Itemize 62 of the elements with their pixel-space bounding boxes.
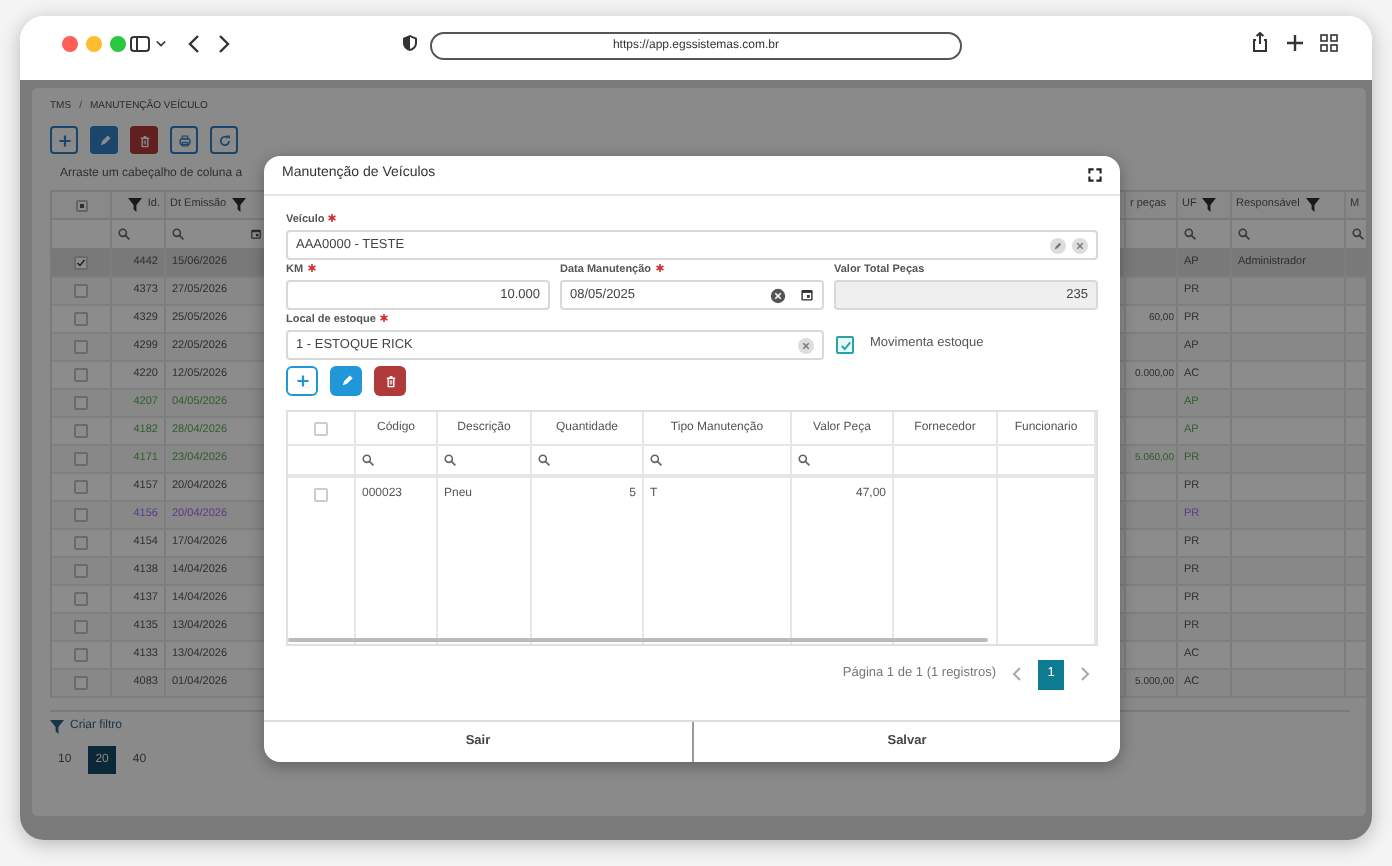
sidebar-icon[interactable] — [130, 36, 150, 52]
pencil-icon[interactable] — [1050, 237, 1066, 253]
clear-icon[interactable] — [1072, 237, 1088, 253]
search-icon — [1184, 228, 1196, 240]
trash-icon — [383, 374, 397, 388]
close-window-button[interactable] — [62, 36, 78, 52]
printer-icon — [177, 133, 191, 147]
calendar-icon — [250, 228, 262, 240]
search-icon — [172, 228, 184, 240]
pencil-icon — [97, 133, 111, 147]
delete-button[interactable] — [130, 126, 158, 154]
search-icon — [1238, 228, 1250, 240]
row-checkbox[interactable] — [74, 508, 88, 522]
trash-icon — [137, 133, 151, 147]
search-icon — [118, 228, 130, 240]
row-checkbox[interactable] — [74, 312, 88, 326]
print-button[interactable] — [170, 126, 198, 154]
refresh-icon — [217, 133, 231, 147]
forward-icon[interactable] — [218, 34, 230, 54]
chevron-down-icon[interactable] — [156, 40, 166, 48]
edit-button[interactable] — [90, 126, 118, 154]
select-all-checkbox[interactable] — [75, 199, 87, 211]
row-checkbox[interactable] — [74, 676, 88, 690]
scrollbar[interactable] — [288, 638, 988, 642]
row-checkbox[interactable] — [74, 396, 88, 410]
minimize-window-button[interactable] — [86, 36, 102, 52]
refresh-button[interactable] — [210, 126, 238, 154]
delete-button[interactable] — [374, 366, 406, 396]
add-button[interactable] — [50, 126, 78, 154]
check-icon — [839, 339, 851, 351]
shield-icon — [402, 34, 418, 52]
search-icon — [1352, 228, 1364, 240]
check-icon — [76, 258, 86, 268]
row-checkbox[interactable] — [74, 368, 88, 382]
chevron-right-icon[interactable] — [1080, 666, 1090, 682]
zoom-window-button[interactable] — [110, 36, 126, 52]
back-icon[interactable] — [188, 34, 200, 54]
row-checkbox[interactable] — [74, 424, 88, 438]
plus-icon — [57, 133, 71, 147]
row-checkbox[interactable] — [74, 284, 88, 298]
plus-icon[interactable] — [1286, 34, 1304, 52]
row-checkbox[interactable] — [74, 340, 88, 354]
chevron-left-icon[interactable] — [1012, 666, 1022, 682]
filter-icon — [50, 720, 64, 734]
row-checkbox[interactable] — [74, 620, 88, 634]
checkbox[interactable] — [836, 336, 854, 354]
calendar-icon[interactable] — [800, 288, 814, 302]
row-checkbox[interactable] — [74, 536, 88, 550]
row-checkbox[interactable] — [74, 564, 88, 578]
share-icon[interactable] — [1252, 32, 1268, 52]
tabs-grid-icon[interactable] — [1320, 34, 1338, 52]
row-checkbox[interactable] — [74, 256, 88, 270]
row-checkbox[interactable] — [74, 452, 88, 466]
clear-icon[interactable] — [770, 287, 786, 303]
expand-icon[interactable] — [1088, 168, 1102, 182]
add-button[interactable] — [286, 366, 318, 396]
row-checkbox[interactable] — [74, 480, 88, 494]
plus-icon — [295, 374, 309, 388]
row-checkbox[interactable] — [74, 592, 88, 606]
row-checkbox[interactable] — [74, 648, 88, 662]
edit-button[interactable] — [330, 366, 362, 396]
clear-icon[interactable] — [798, 337, 814, 353]
